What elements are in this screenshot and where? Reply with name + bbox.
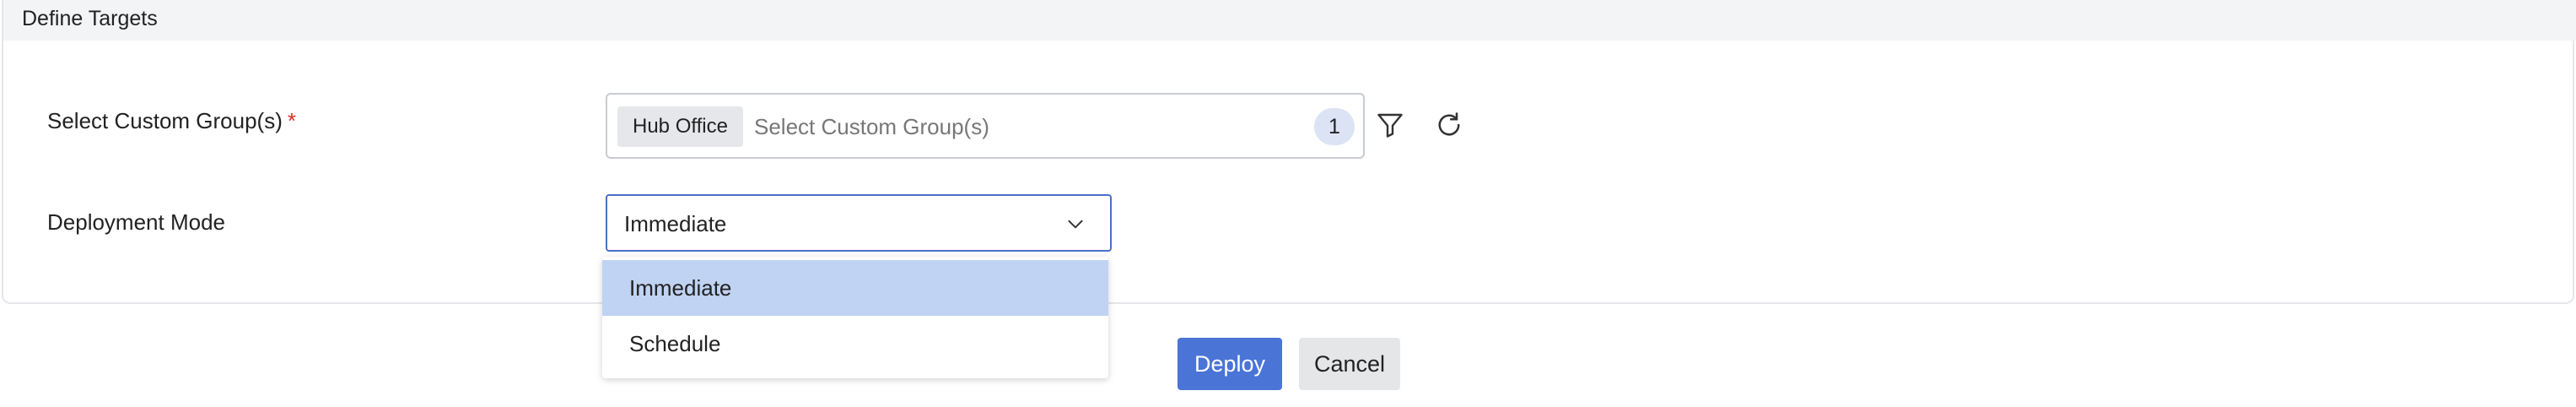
- refresh-icon[interactable]: [1431, 106, 1468, 144]
- deployment-mode-label: Deployment Mode: [47, 209, 225, 235]
- filter-icon[interactable]: [1372, 106, 1409, 144]
- custom-group-field[interactable]: Hub Office 1: [606, 93, 1365, 159]
- selected-count-badge: 1: [1314, 108, 1355, 145]
- selected-group-chip[interactable]: Hub Office: [617, 106, 743, 147]
- deployment-mode-select[interactable]: Immediate: [606, 194, 1112, 252]
- custom-group-label: Select Custom Group(s) *: [47, 108, 296, 134]
- deployment-mode-dropdown: Immediate Schedule: [602, 257, 1108, 378]
- chevron-down-icon: [1064, 213, 1086, 239]
- required-asterisk: *: [287, 108, 296, 133]
- cancel-button[interactable]: Cancel: [1299, 338, 1400, 390]
- define-targets-panel: Define Targets Select Custom Group(s) * H…: [2, 0, 2576, 304]
- custom-group-search-input[interactable]: [754, 106, 1260, 147]
- panel-header: Define Targets: [3, 0, 2576, 41]
- deploy-button[interactable]: Deploy: [1178, 338, 1282, 390]
- option-immediate[interactable]: Immediate: [602, 260, 1108, 316]
- deployment-mode-value: Immediate: [624, 211, 727, 236]
- option-schedule[interactable]: Schedule: [602, 316, 1108, 372]
- custom-group-label-text: Select Custom Group(s): [47, 108, 283, 133]
- panel-title: Define Targets: [22, 7, 158, 30]
